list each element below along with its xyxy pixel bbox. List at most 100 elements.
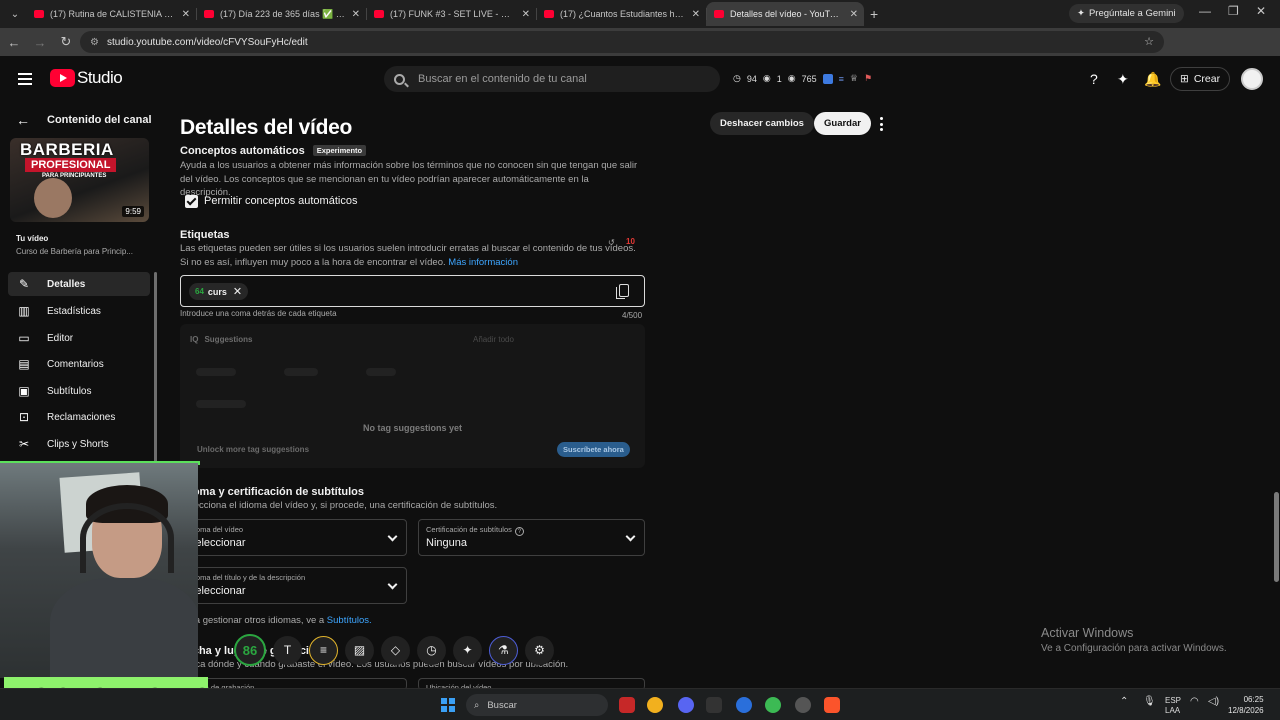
sidebar-item-claims[interactable]: ⊡ Reclamaciones: [8, 405, 150, 429]
studio-logo-text[interactable]: Studio: [77, 68, 123, 88]
brave-icon[interactable]: [824, 697, 840, 713]
close-window-icon[interactable]: ✕: [1256, 4, 1266, 18]
list-icon[interactable]: ≡: [839, 74, 844, 84]
app-icon[interactable]: [619, 697, 635, 713]
address-bar[interactable]: ⚙ studio.youtube.com/video/cFVYSouFyHc/e…: [80, 31, 1164, 53]
person-body: [50, 578, 198, 678]
volume-icon[interactable]: ◁): [1208, 696, 1219, 707]
discord-icon[interactable]: [678, 697, 694, 713]
chrome-active-icon[interactable]: [765, 697, 781, 713]
undo-changes-button[interactable]: Deshacer cambios: [710, 112, 814, 135]
settings-gear-icon[interactable]: ⚙: [525, 635, 554, 665]
auto-concepts-checkbox[interactable]: [185, 195, 198, 208]
sidebar-item-analytics[interactable]: ▥ Estadísticas: [8, 299, 150, 323]
create-button[interactable]: ⊞ Crear: [1170, 67, 1231, 91]
close-tab-icon[interactable]: ✕: [352, 9, 360, 20]
browser-tab[interactable]: (17) Rutina de CALISTENIA en C ✕: [26, 2, 196, 26]
tray-chevron-icon[interactable]: ⌃: [1120, 696, 1128, 707]
lab-flask-icon[interactable]: ⚗: [489, 635, 518, 665]
chrome-icon[interactable]: [647, 697, 663, 713]
help-icon[interactable]: ?: [514, 527, 524, 536]
thumbnail-icon[interactable]: ▨: [345, 635, 374, 665]
extension-logo-icon: IQ: [190, 335, 199, 344]
back-to-content-link[interactable]: ← Contenido del canal: [16, 112, 152, 128]
obs-icon[interactable]: [795, 697, 811, 713]
windows-start-icon[interactable]: [441, 698, 455, 712]
taskbar-search[interactable]: ⌕ Buscar: [466, 694, 608, 716]
sidebar-item-editor[interactable]: ▭ Editor: [8, 326, 150, 350]
sidebar-scrollbar[interactable]: [154, 272, 157, 468]
subtitles-link[interactable]: Subtítulos.: [327, 615, 372, 626]
pencil-icon: ✎: [18, 277, 30, 291]
youtube-logo-icon[interactable]: [50, 69, 75, 87]
tags-icon[interactable]: ◇: [381, 635, 410, 665]
site-info-icon[interactable]: ⚙: [90, 37, 99, 48]
sidebar-item-comments[interactable]: ▤ Comentarios: [8, 352, 150, 376]
tag-suggestions-panel: IQ Suggestions Añadir todo No tag suggest…: [180, 324, 645, 468]
reload-icon[interactable]: ↻: [54, 34, 78, 50]
copy-icon[interactable]: [616, 284, 629, 299]
browser-tab[interactable]: (17) FUNK #3 - SET LIVE - ENGA ✕: [366, 2, 536, 26]
browser-tab-active[interactable]: Detalles del vídeo - YouTube St ✕: [706, 2, 864, 26]
remove-tag-icon[interactable]: ✕: [233, 285, 242, 298]
caption-certification-select[interactable]: Certificación de subtítulos? Ninguna: [418, 519, 645, 556]
webcam-overlay: [0, 463, 198, 678]
sidebar-item-clips[interactable]: ✂ Clips y Shorts: [8, 432, 150, 456]
title-icon[interactable]: T: [273, 635, 302, 665]
gemini-button[interactable]: ✦ Pregúntale a Gemini: [1069, 4, 1184, 23]
extension-logo-icon[interactable]: [822, 73, 833, 84]
extension-stats[interactable]: ◷ 94 ◉ 1 ◉ 765 ≡ ♕ ⚑: [733, 73, 872, 84]
language-title: Idioma y certificación de subtítulos: [180, 486, 364, 498]
tags-input[interactable]: 64 curs ✕: [180, 275, 645, 307]
ai-sparkle-icon[interactable]: ✦: [453, 635, 482, 665]
restore-icon[interactable]: ❐: [1228, 4, 1239, 18]
award-icon[interactable]: ♕: [850, 73, 858, 84]
page-scrollbar[interactable]: [1273, 102, 1280, 688]
system-clock[interactable]: 06:25 12/8/2026: [1228, 694, 1264, 716]
learn-more-link[interactable]: Más información: [448, 257, 518, 268]
add-all-button[interactable]: Añadir todo: [473, 335, 514, 344]
windows-taskbar: ⌕ Buscar ⌃ 🎙 ESP LAA ◠ ◁) 06:25 12/8/2026: [0, 688, 1280, 720]
auto-concepts-label[interactable]: Permitir conceptos automáticos: [204, 195, 357, 207]
extension-floating-toolbar: 86 T ≡ ▨ ◇ ◷ ✦ ⚗ ⚙: [234, 631, 554, 669]
bookmark-star-icon[interactable]: ☆: [1144, 35, 1154, 48]
sidebar-item-details[interactable]: ✎ Detalles: [8, 272, 150, 296]
sparkle-icon[interactable]: ✦: [1117, 71, 1129, 88]
title-language-select[interactable]: Idioma del título y de la descripción Se…: [180, 567, 407, 604]
ea-icon[interactable]: [736, 697, 752, 713]
browser-tab[interactable]: (17) ¿Cuantos Estudiantes hay I ✕: [536, 2, 706, 26]
language-indicator[interactable]: ESP LAA: [1165, 696, 1181, 716]
channel-avatar[interactable]: [1241, 68, 1263, 90]
tag-chip[interactable]: 64 curs ✕: [189, 283, 249, 300]
close-tab-icon[interactable]: ✕: [692, 9, 700, 20]
video-thumbnail[interactable]: BARBERIA PROFESIONAL PARA PRINCIPIANTES …: [10, 138, 149, 222]
menu-icon[interactable]: [18, 73, 32, 85]
subscribe-now-button[interactable]: Suscríbete ahora: [557, 442, 630, 457]
new-tab-icon[interactable]: +: [870, 6, 878, 22]
wifi-icon[interactable]: ◠: [1190, 696, 1199, 707]
description-icon[interactable]: ≡: [309, 635, 338, 665]
notifications-bell-icon[interactable]: 🔔: [1144, 71, 1161, 88]
timer-icon[interactable]: ◷: [417, 635, 446, 665]
video-language-select[interactable]: Idioma del vídeo Seleccionar: [180, 519, 407, 556]
close-tab-icon[interactable]: ✕: [850, 9, 858, 20]
channel-search-input[interactable]: Buscar en el contenido de tu canal: [384, 66, 720, 92]
tab-search-icon[interactable]: ⌄: [4, 3, 26, 25]
sidebar-item-subtitles[interactable]: ▣ Subtítulos: [8, 379, 150, 403]
help-icon[interactable]: ?: [1090, 71, 1098, 87]
capcut-icon[interactable]: [706, 697, 722, 713]
save-button[interactable]: Guardar: [814, 112, 871, 135]
microphone-icon[interactable]: 🎙: [1143, 696, 1156, 707]
seo-score-button[interactable]: 86: [234, 634, 266, 666]
minimize-icon[interactable]: —: [1199, 4, 1211, 18]
alert-icon[interactable]: ⚑: [864, 73, 872, 84]
browser-tab[interactable]: (17) Día 223 de 365 días ✅ Re ✕: [196, 2, 366, 26]
back-arrow-icon[interactable]: ←: [2, 35, 26, 50]
close-tab-icon[interactable]: ✕: [182, 9, 190, 20]
youtube-favicon-icon: [714, 10, 724, 18]
page-scrollbar-thumb[interactable]: [1274, 492, 1279, 582]
eye-icon: ◉: [762, 73, 771, 83]
forward-arrow-icon[interactable]: →: [28, 35, 52, 50]
more-options-icon[interactable]: [876, 116, 886, 132]
close-tab-icon[interactable]: ✕: [522, 9, 530, 20]
